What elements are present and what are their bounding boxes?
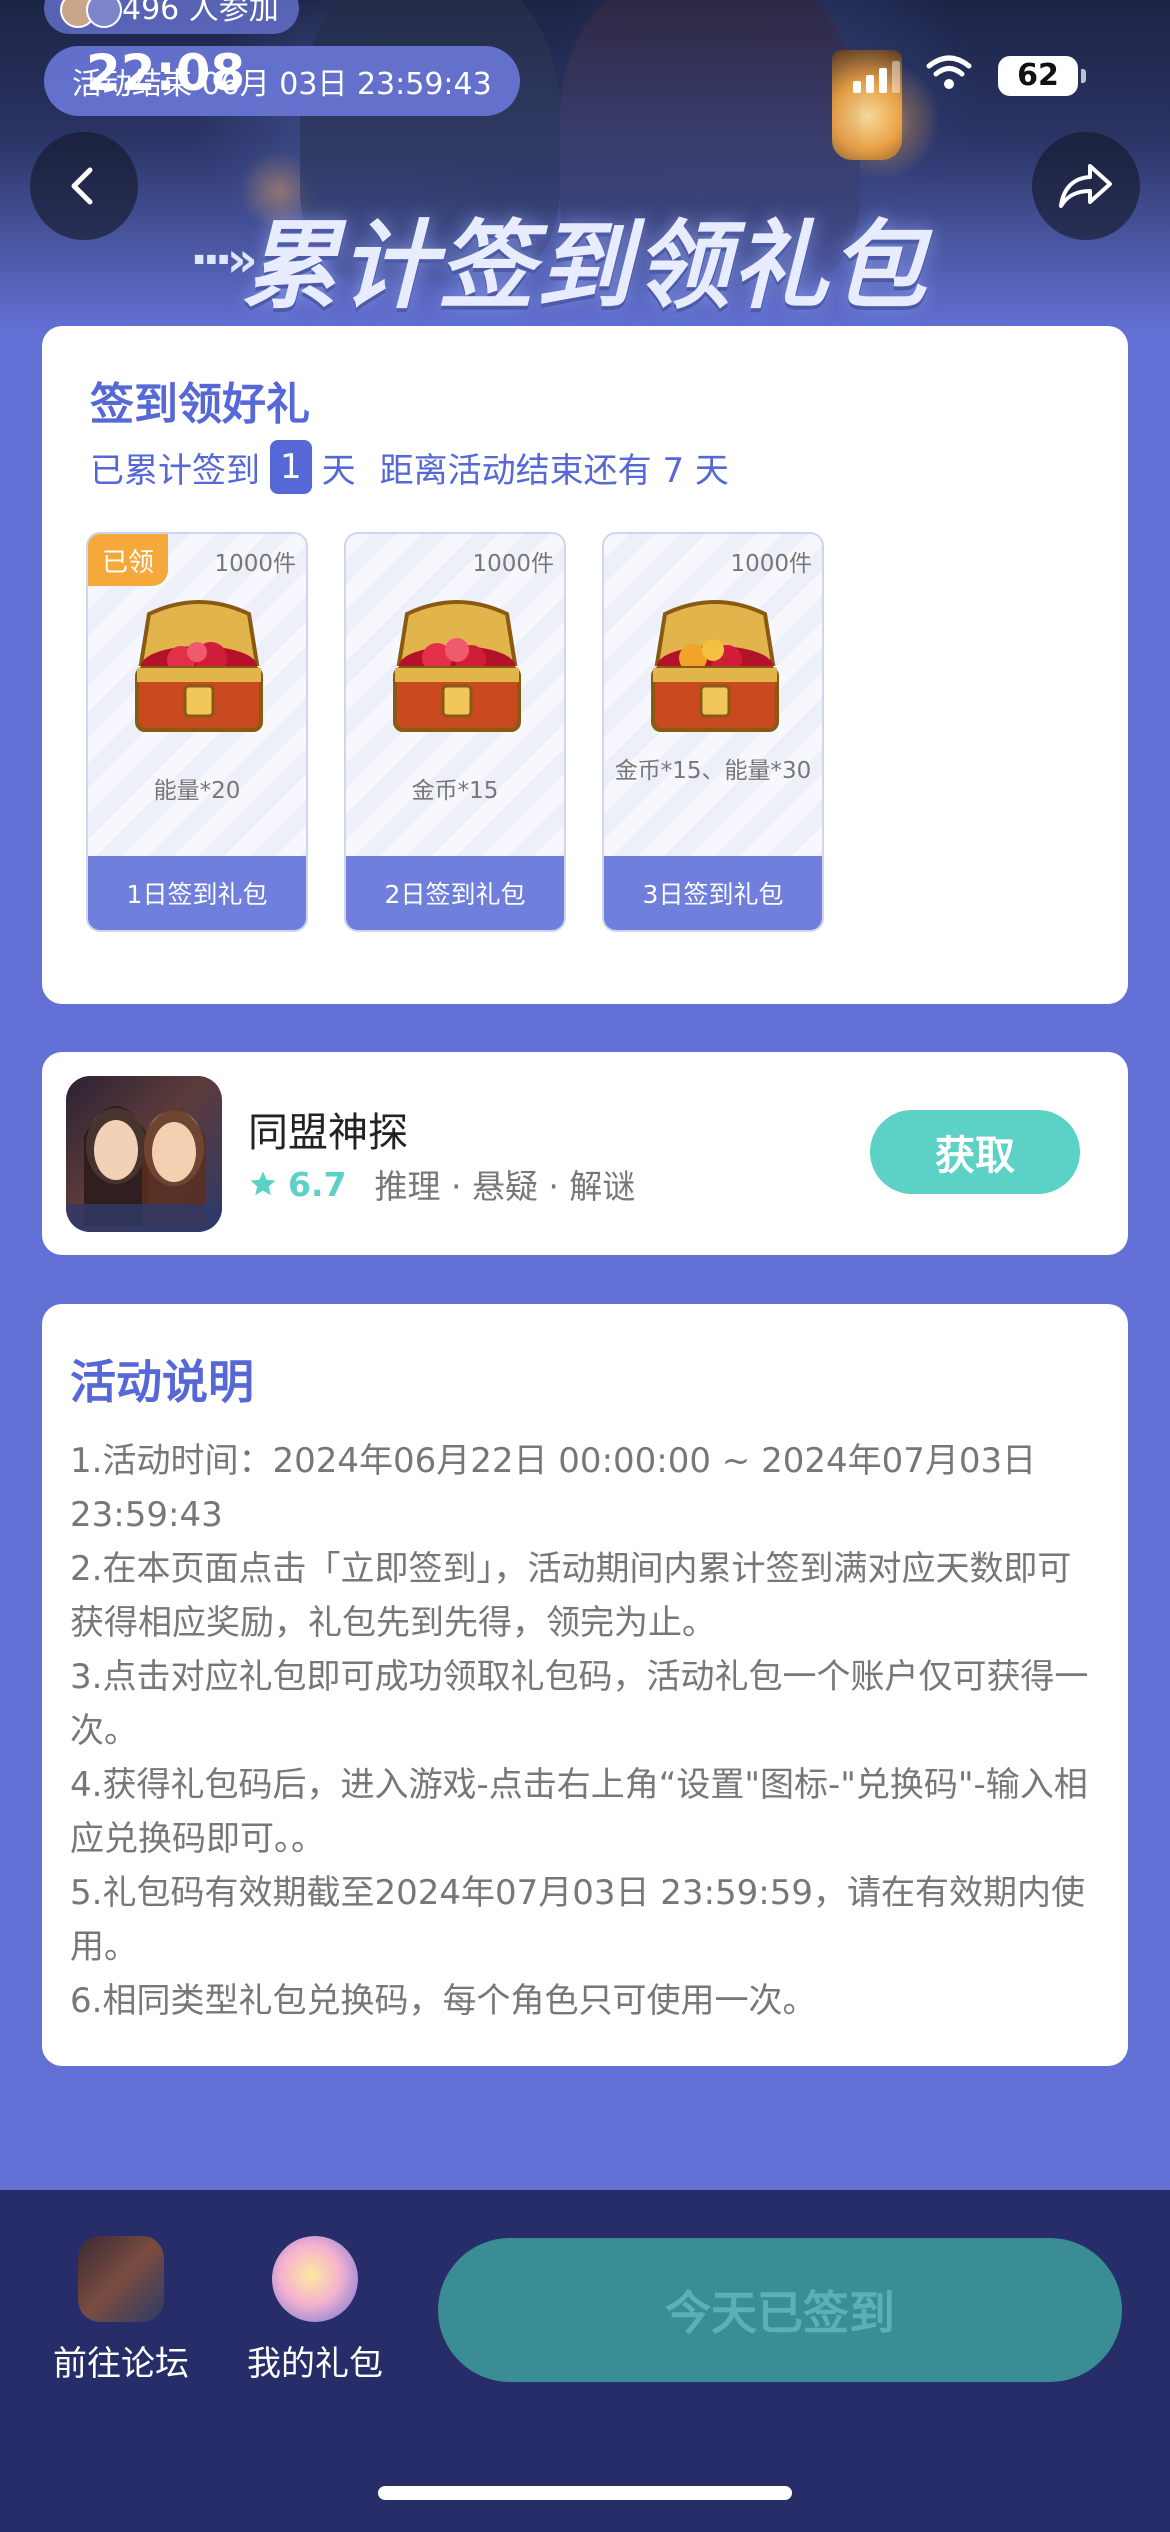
treasure-chest-icon (393, 600, 521, 732)
gift-card-day3[interactable]: 1000件 金币*15、能量*30 3日签到礼包 (602, 532, 824, 932)
star-icon (250, 1171, 276, 1196)
signin-title: 签到领好礼 (90, 379, 310, 430)
bottom-action-bar: 前往论坛 我的礼包 今天已签到 (0, 2190, 1170, 2532)
game-app-rating: 6.7 (288, 1164, 347, 1204)
game-app-meta: 6.7 推理 · 悬疑 · 解谜 (248, 1160, 635, 1208)
days-unit: 天 (321, 450, 356, 491)
banner-title: 累计签到领礼包 (242, 209, 928, 322)
summary-prefix: 已累计签到 (90, 450, 260, 491)
gift-label: 2日签到礼包 (346, 856, 564, 930)
battery-icon: 62 (998, 55, 1086, 96)
my-gifts-button[interactable]: 我的礼包 (235, 2236, 395, 2385)
status-icons: 62 (853, 54, 1086, 97)
gift-reward: 金币*15 (411, 778, 499, 804)
gift-label: 1日签到礼包 (88, 856, 306, 930)
avatar (86, 0, 122, 28)
rule-item: 3.点击对应礼包即可成功领取礼包码，活动礼包一个账户仅可获得一次。 (70, 1657, 1089, 1751)
game-app-name: 同盟神探 (248, 1110, 408, 1156)
game-app-icon (66, 1076, 222, 1232)
game-app-tags: 推理 · 悬疑 · 解谜 (374, 1167, 636, 1206)
game-app-card[interactable]: 同盟神探 6.7 推理 · 悬疑 · 解谜 获取 (42, 1052, 1128, 1255)
gift-label: 3日签到礼包 (604, 856, 822, 930)
participant-avatars (60, 0, 122, 28)
share-icon (1059, 164, 1112, 208)
rules-list: 1.活动时间：2024年06月22日 00:00:00 ~ 2024年07月03… (70, 1434, 1100, 2028)
claimed-tag: 已领 (88, 534, 168, 586)
share-button[interactable] (1032, 132, 1140, 240)
rule-item: 6.相同类型礼包兑换码，每个角色只可使用一次。 (70, 1981, 817, 2021)
signin-card: 签到领好礼 已累计签到 1 天 距离活动结束还有 7 天 已领 1000件 能量… (42, 326, 1128, 1004)
back-arrow-icon (71, 167, 93, 205)
gift-quantity: 1000件 (730, 551, 812, 577)
gift-quantity: 1000件 (214, 551, 296, 577)
signin-summary: 已累计签到 1 天 距离活动结束还有 7 天 (90, 440, 729, 494)
battery-level: 62 (1017, 58, 1059, 93)
rule-item: 4.获得礼包码后，进入游戏-点击右上角“设置"图标-"兑换码"-输入相应兑换码即… (70, 1765, 1088, 1859)
gift-card-day1[interactable]: 已领 1000件 能量*20 1日签到礼包 (86, 532, 308, 932)
wifi-icon (926, 54, 972, 97)
participants-count: 496 人参加 (122, 0, 279, 27)
home-indicator[interactable] (378, 2486, 792, 2500)
forum-label: 前往论坛 (53, 2344, 189, 2384)
treasure-chest-icon (651, 600, 779, 732)
days-count-badge: 1 (270, 440, 312, 494)
my-gifts-label: 我的礼包 (247, 2344, 383, 2384)
status-time: 22:08 (86, 44, 246, 102)
rule-item: 2.在本页面点击「立即签到」，活动期间内累计签到满对应天数即可获得相应奖励，礼包… (70, 1549, 1072, 1643)
back-button[interactable] (30, 132, 138, 240)
gift-bag-icon (272, 2236, 358, 2322)
rule-item: 5.礼包码有效期截至2024年07月03日 23:59:59，请在有效期内使用。 (70, 1873, 1086, 1967)
signal-icon (853, 59, 900, 93)
go-to-forum-button[interactable]: 前往论坛 (41, 2236, 201, 2385)
checked-in-today-button[interactable]: 今天已签到 (438, 2238, 1122, 2382)
forum-icon (78, 2236, 164, 2322)
remaining-days-text: 距离活动结束还有 7 天 (379, 450, 729, 491)
rules-title: 活动说明 (70, 1355, 254, 1409)
gift-quantity: 1000件 (472, 551, 554, 577)
rules-card: 活动说明 1.活动时间：2024年06月22日 00:00:00 ~ 2024年… (42, 1304, 1128, 2066)
treasure-chest-icon (135, 600, 263, 732)
gift-reward: 能量*20 (153, 778, 241, 804)
get-app-button[interactable]: 获取 (870, 1110, 1080, 1194)
gift-reward: 金币*15、能量*30 (614, 758, 812, 784)
participants-pill: 496 人参加 (44, 0, 299, 34)
rule-item: 1.活动时间：2024年06月22日 00:00:00 ~ 2024年07月03… (70, 1441, 1037, 1535)
gift-card-day2[interactable]: 1000件 金币*15 2日签到礼包 (344, 532, 566, 932)
